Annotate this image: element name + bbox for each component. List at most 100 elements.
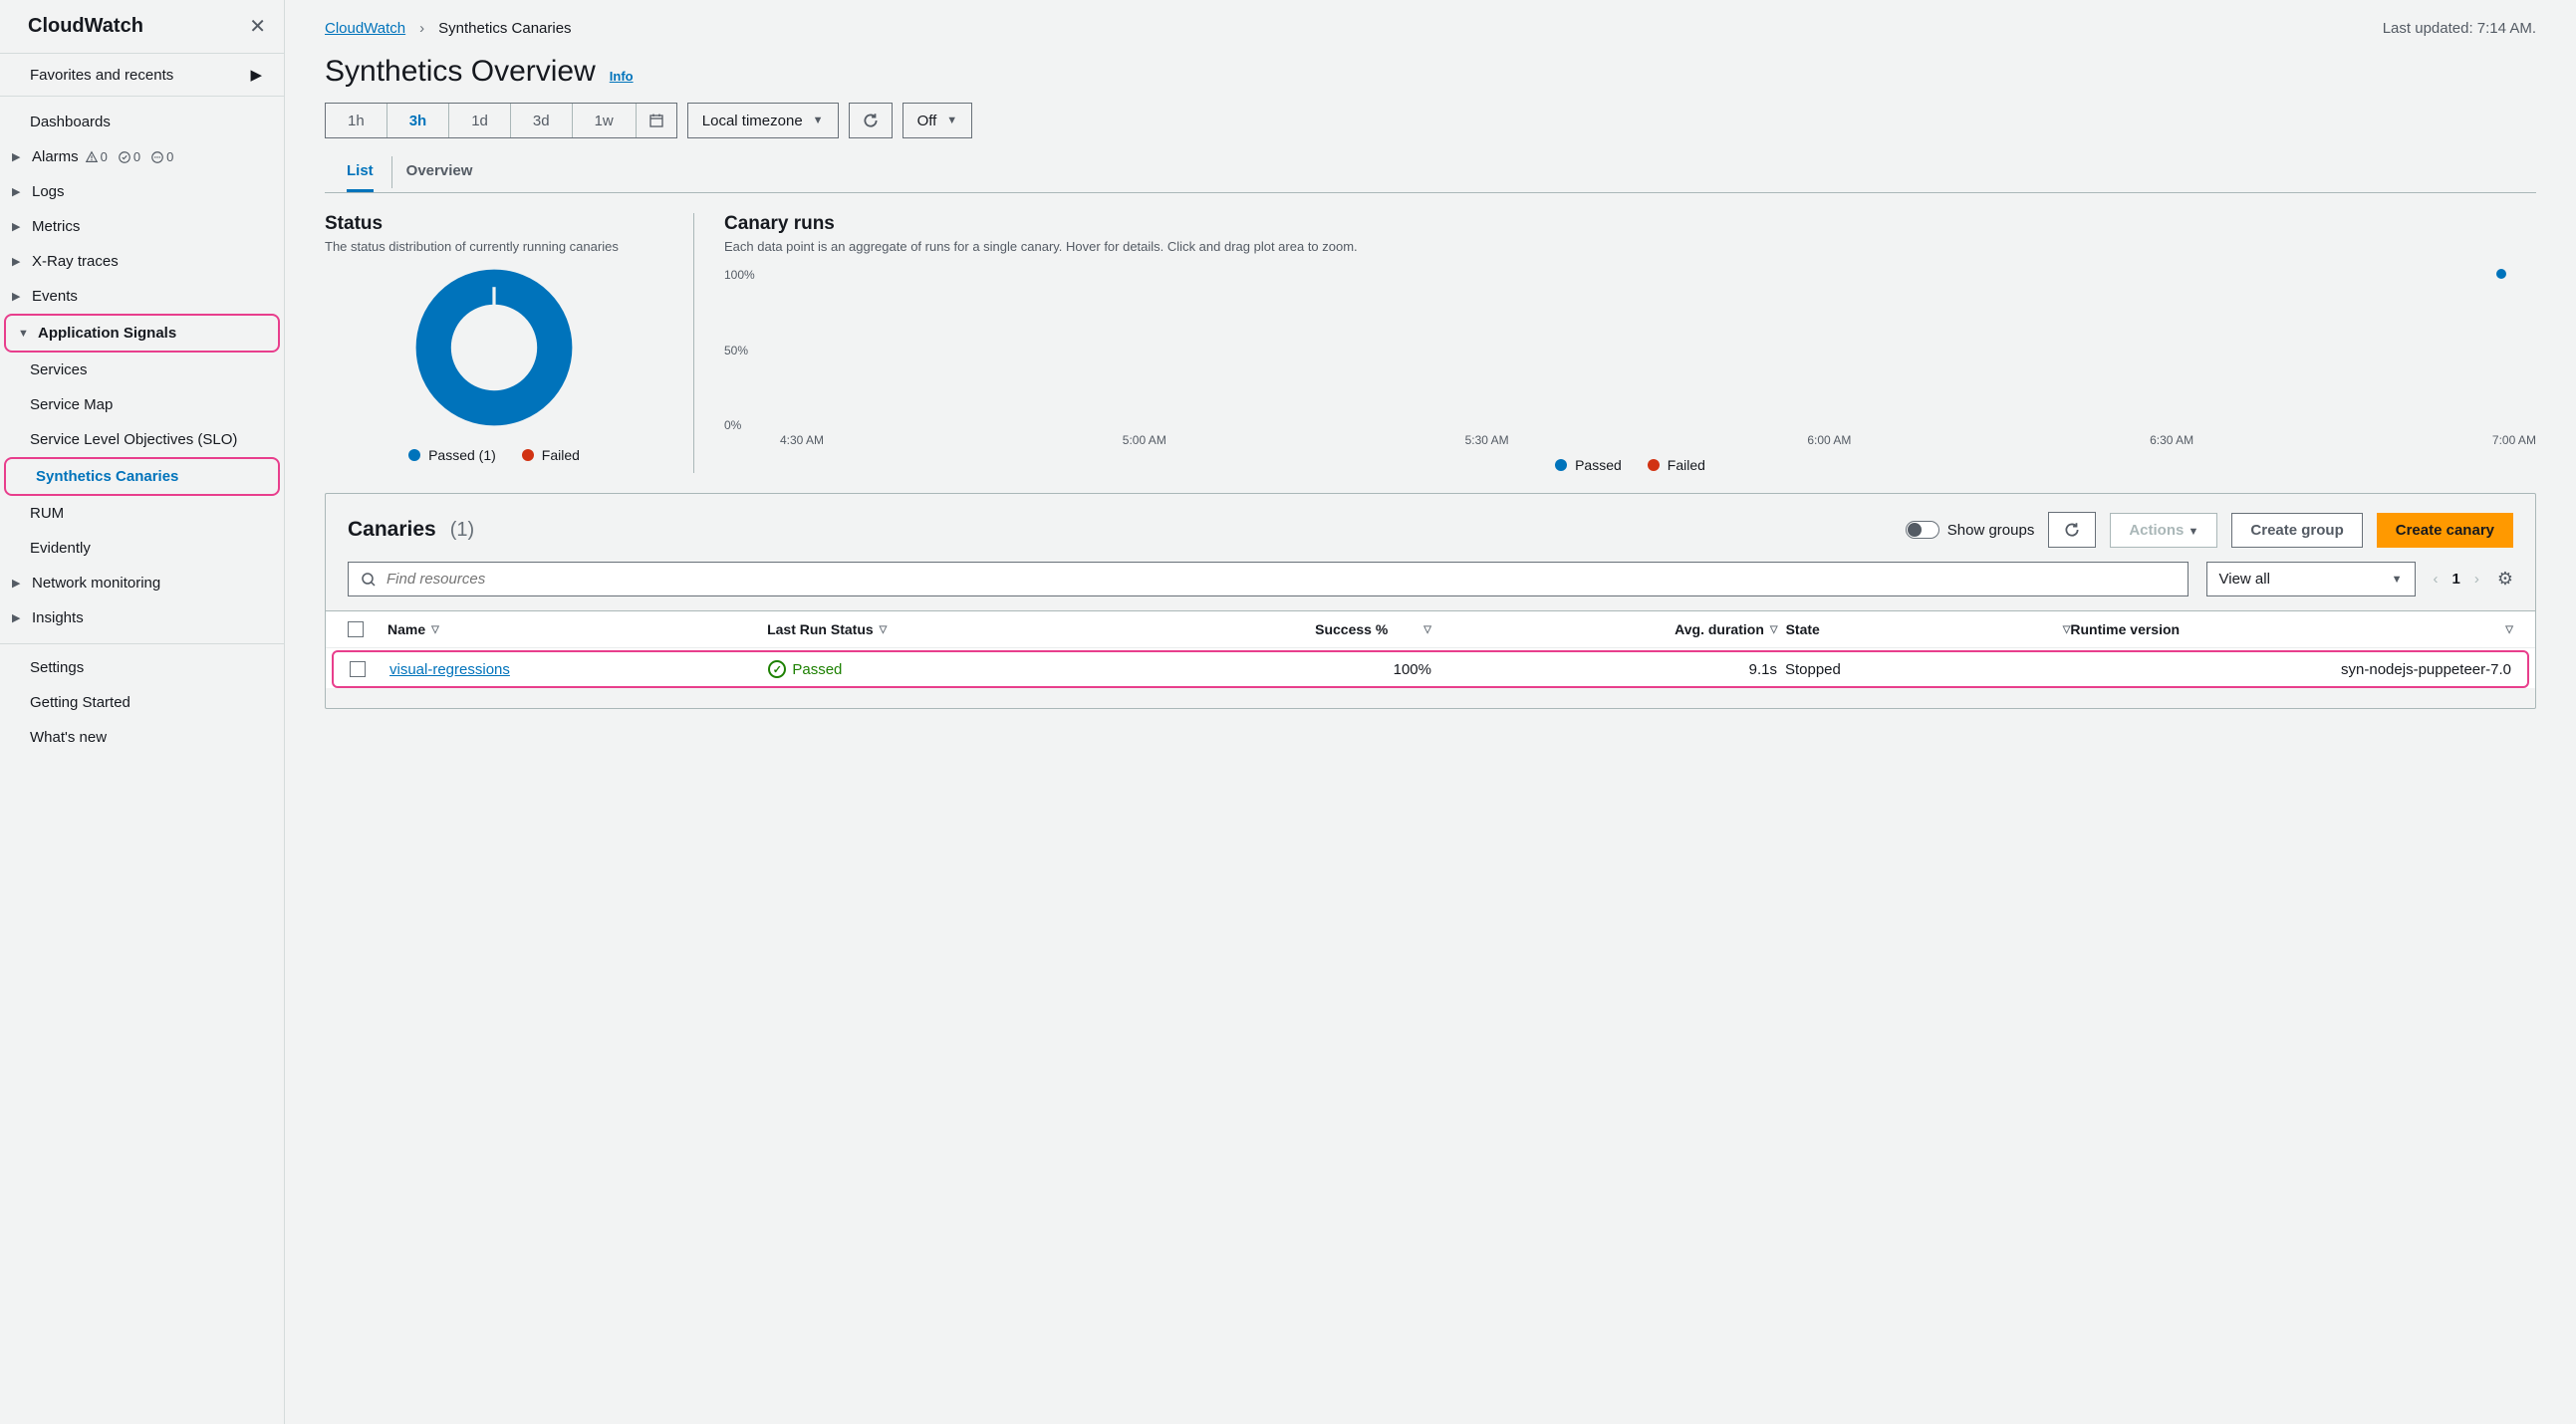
nav-dashboards[interactable]: Dashboards bbox=[0, 105, 284, 139]
info-link[interactable]: Info bbox=[610, 69, 634, 84]
nav-rum[interactable]: RUM bbox=[0, 496, 284, 531]
nav-synthetics-canaries[interactable]: Synthetics Canaries bbox=[6, 459, 278, 494]
caret-right-icon: ▶ bbox=[250, 66, 262, 84]
canaries-card: Canaries (1) Show groups Actions ▼ Creat… bbox=[325, 493, 2536, 709]
nav-application-signals[interactable]: ▼Application Signals bbox=[6, 316, 278, 351]
timezone-dropdown[interactable]: Local timezone ▼ bbox=[687, 103, 839, 138]
nav-logs[interactable]: ▶Logs bbox=[0, 174, 284, 209]
range-3h[interactable]: 3h bbox=[387, 104, 450, 137]
show-groups-toggle[interactable]: Show groups bbox=[1906, 521, 2035, 539]
close-icon[interactable]: ✕ bbox=[249, 14, 266, 39]
canary-runs-panel: Canary runs Each data point is an aggreg… bbox=[693, 213, 2536, 473]
status-donut bbox=[414, 268, 574, 427]
canaries-refresh-button[interactable] bbox=[2048, 512, 2096, 548]
canaries-title: Canaries bbox=[348, 518, 436, 542]
nav-alarms[interactable]: ▶ Alarms 0 0 0 bbox=[0, 139, 284, 174]
nav-slo[interactable]: Service Level Objectives (SLO) bbox=[0, 422, 284, 457]
breadcrumb: CloudWatch › Synthetics Canaries Last up… bbox=[325, 20, 2536, 37]
table-row[interactable]: visual-regressions ✓Passed 100% 9.1s Sto… bbox=[332, 650, 2529, 688]
view-filter-dropdown[interactable]: View all ▼ bbox=[2206, 562, 2416, 596]
caret-right-icon: ▶ bbox=[12, 577, 26, 590]
col-duration[interactable]: Avg. duration▽ bbox=[1461, 621, 1786, 637]
create-canary-button[interactable]: Create canary bbox=[2377, 513, 2513, 548]
favorites-and-recents[interactable]: Favorites and recents ▶ bbox=[0, 54, 284, 97]
ellipsis-circle-icon bbox=[150, 150, 164, 164]
canaries-table: Name▽ Last Run Status▽ Success %▽ Avg. d… bbox=[326, 610, 2535, 688]
col-success[interactable]: Success %▽ bbox=[1115, 621, 1461, 637]
tab-list[interactable]: List bbox=[347, 152, 374, 192]
autorefresh-dropdown[interactable]: Off ▼ bbox=[902, 103, 973, 138]
legend-failed[interactable]: Failed bbox=[522, 447, 580, 463]
caret-right-icon: ▶ bbox=[12, 611, 26, 624]
runs-legend-passed[interactable]: Passed bbox=[1555, 457, 1622, 473]
nav-evidently[interactable]: Evidently bbox=[0, 531, 284, 566]
breadcrumb-current: Synthetics Canaries bbox=[438, 20, 571, 37]
sort-icon: ▽ bbox=[880, 624, 888, 635]
sort-icon: ▽ bbox=[2505, 624, 2513, 635]
col-state[interactable]: State▽ bbox=[1786, 621, 2071, 637]
caret-right-icon: ▶ bbox=[12, 290, 26, 303]
caret-down-icon: ▼ bbox=[2189, 526, 2199, 538]
data-point[interactable] bbox=[2496, 269, 2506, 279]
actions-button[interactable]: Actions ▼ bbox=[2110, 513, 2217, 548]
sidebar-title: CloudWatch bbox=[28, 15, 143, 38]
status-subtitle: The status distribution of currently run… bbox=[325, 239, 663, 254]
chevron-right-icon: › bbox=[419, 20, 424, 37]
nav-getting-started[interactable]: Getting Started bbox=[0, 685, 284, 720]
status-chart-panel: Status The status distribution of curren… bbox=[325, 213, 663, 473]
sort-icon: ▽ bbox=[1423, 624, 1431, 635]
range-1d[interactable]: 1d bbox=[449, 104, 511, 137]
range-1w[interactable]: 1w bbox=[573, 104, 637, 137]
prev-page-icon[interactable]: ‹ bbox=[2434, 571, 2439, 588]
nav-settings[interactable]: Settings bbox=[0, 650, 284, 685]
nav-xray[interactable]: ▶X-Ray traces bbox=[0, 244, 284, 279]
row-checkbox[interactable] bbox=[350, 661, 366, 677]
nav-metrics[interactable]: ▶Metrics bbox=[0, 209, 284, 244]
gear-icon[interactable]: ⚙ bbox=[2497, 569, 2513, 590]
nav-whats-new[interactable]: What's new bbox=[0, 720, 284, 755]
table-header: Name▽ Last Run Status▽ Success %▽ Avg. d… bbox=[326, 611, 2535, 648]
range-1h[interactable]: 1h bbox=[326, 104, 387, 137]
refresh-button[interactable] bbox=[849, 103, 893, 138]
sort-icon: ▽ bbox=[1770, 624, 1778, 635]
view-tabs: List Overview bbox=[325, 152, 2536, 193]
main-content: CloudWatch › Synthetics Canaries Last up… bbox=[285, 0, 2576, 1424]
search-icon bbox=[361, 572, 377, 588]
tab-overview[interactable]: Overview bbox=[406, 152, 473, 192]
runs-legend-failed[interactable]: Failed bbox=[1648, 457, 1705, 473]
caret-right-icon: ▶ bbox=[12, 220, 26, 233]
calendar-icon[interactable] bbox=[637, 104, 676, 137]
dot-icon bbox=[1648, 459, 1660, 471]
next-page-icon[interactable]: › bbox=[2474, 571, 2479, 588]
select-all-checkbox[interactable] bbox=[348, 621, 364, 637]
last-updated: Last updated: 7:14 AM. bbox=[2383, 20, 2536, 37]
nav-service-map[interactable]: Service Map bbox=[0, 387, 284, 422]
canary-name-link[interactable]: visual-regressions bbox=[389, 661, 510, 678]
search-input[interactable] bbox=[348, 562, 2189, 596]
nav-services[interactable]: Services bbox=[0, 353, 284, 387]
sort-icon: ▽ bbox=[2063, 624, 2071, 635]
check-circle-icon: ✓ bbox=[768, 660, 786, 678]
nav-insights[interactable]: ▶Insights bbox=[0, 600, 284, 635]
caret-down-icon: ▼ bbox=[2392, 574, 2403, 586]
legend-passed[interactable]: Passed (1) bbox=[408, 447, 496, 463]
runs-title: Canary runs bbox=[724, 213, 2536, 235]
caret-right-icon: ▶ bbox=[12, 185, 26, 198]
status-title: Status bbox=[325, 213, 663, 235]
col-name[interactable]: Name▽ bbox=[387, 621, 767, 637]
nav-events[interactable]: ▶Events bbox=[0, 279, 284, 314]
caret-down-icon: ▼ bbox=[813, 115, 824, 126]
pagination: ‹ 1 › bbox=[2434, 571, 2479, 588]
col-runtime[interactable]: Runtime version▽ bbox=[2070, 621, 2513, 637]
create-group-button[interactable]: Create group bbox=[2231, 513, 2362, 548]
runs-plot[interactable]: 100% 50% 0% 4:30 AM 5:00 AM 5:30 AM 6:00… bbox=[724, 268, 2536, 447]
dot-icon bbox=[408, 449, 420, 461]
caret-down-icon: ▼ bbox=[18, 328, 32, 340]
dot-icon bbox=[522, 449, 534, 461]
breadcrumb-root[interactable]: CloudWatch bbox=[325, 20, 405, 37]
triangle-warning-icon bbox=[85, 150, 99, 164]
range-3d[interactable]: 3d bbox=[511, 104, 573, 137]
col-last-status[interactable]: Last Run Status▽ bbox=[767, 621, 1115, 637]
page-number: 1 bbox=[2452, 571, 2460, 588]
nav-network-monitoring[interactable]: ▶Network monitoring bbox=[0, 566, 284, 600]
